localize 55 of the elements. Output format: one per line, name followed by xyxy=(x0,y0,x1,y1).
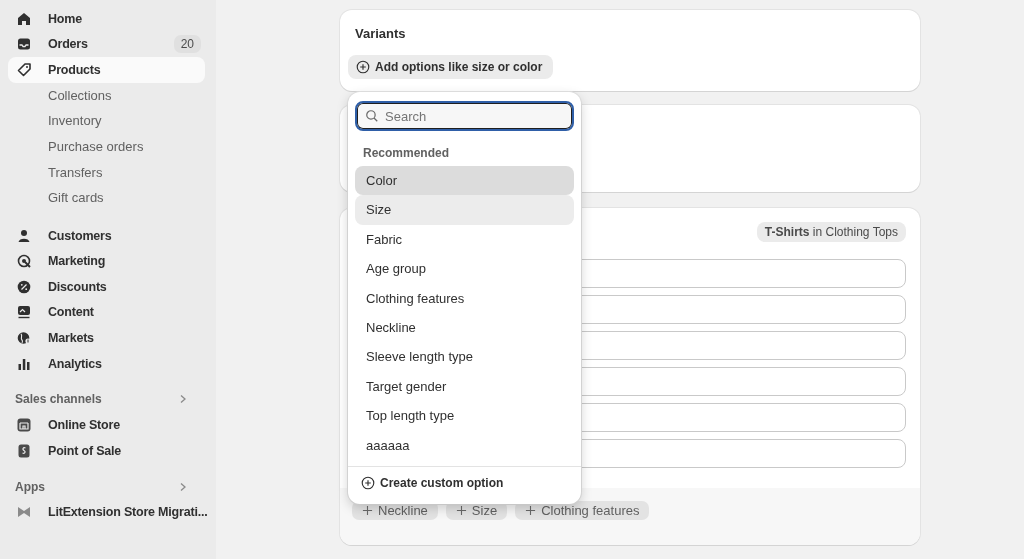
tag-icon xyxy=(16,62,32,78)
option-item[interactable]: Age group xyxy=(355,254,574,284)
monitor-icon xyxy=(16,304,32,321)
nav-subitem[interactable]: Gift cards xyxy=(8,185,212,211)
section-heading: Apps xyxy=(15,479,45,494)
option-item[interactable]: Size xyxy=(355,195,574,225)
section-heading: Recommended xyxy=(362,145,451,162)
create-option-button[interactable]: Create custom option xyxy=(361,475,504,490)
nav-item[interactable]: Point of Sale xyxy=(8,437,212,464)
nav-item[interactable]: Customers xyxy=(8,222,212,249)
plus-icon xyxy=(525,505,537,516)
target-icon xyxy=(16,253,32,270)
nav-item[interactable]: Analytics xyxy=(8,350,212,377)
option-item[interactable]: Color xyxy=(355,166,574,196)
plus-circle-icon xyxy=(356,60,370,74)
option-item[interactable]: Fabric xyxy=(355,224,574,255)
nav-item[interactable]: LitExtension Store Migrati... xyxy=(8,499,212,526)
chevron-right-icon[interactable] xyxy=(178,481,188,492)
search-icon xyxy=(365,109,379,123)
plus-circle-icon xyxy=(361,475,375,490)
storefront-icon xyxy=(16,417,32,434)
nav-item[interactable]: Content xyxy=(8,299,212,326)
nav-item[interactable]: Discounts xyxy=(8,273,212,300)
nav-item[interactable]: Marketing xyxy=(8,248,212,274)
option-item[interactable]: Top length type xyxy=(355,401,574,431)
search-field[interactable]: Search xyxy=(355,101,574,131)
option-item[interactable]: Sleeve length type xyxy=(355,342,574,372)
nav-subitem[interactable]: Purchase orders xyxy=(8,133,212,160)
nav-item[interactable]: Home xyxy=(8,6,205,32)
globe-icon xyxy=(16,329,32,346)
suggestion-chip[interactable]: Clothing features xyxy=(515,501,650,520)
card-title: Variants xyxy=(355,26,407,41)
option-item[interactable]: Clothing features xyxy=(355,283,574,313)
nav-item[interactable]: Markets xyxy=(8,325,212,351)
house-icon xyxy=(16,10,32,27)
nav-item[interactable]: Products xyxy=(8,57,205,83)
plus-icon xyxy=(455,505,467,516)
inbox-icon xyxy=(16,36,32,53)
add-options-button[interactable]: Add options like size or color xyxy=(348,55,554,79)
nav-item[interactable]: Online Store xyxy=(8,412,212,438)
dollar-icon xyxy=(16,442,32,459)
discount-icon xyxy=(16,278,32,295)
option-item[interactable]: Target gender xyxy=(355,371,574,402)
nav-item[interactable]: Orders 20 xyxy=(8,31,205,58)
option-item[interactable]: aaaaaa xyxy=(355,430,574,460)
chevron-right-icon[interactable] xyxy=(178,394,188,405)
count-badge: 20 xyxy=(173,35,201,54)
category-badge: T-Shirts in Clothing Tops xyxy=(756,222,906,242)
nav-subitem[interactable]: Transfers xyxy=(8,159,212,186)
option-item[interactable]: Neckline xyxy=(355,312,574,343)
person-icon xyxy=(16,227,32,244)
section-heading: Sales channels xyxy=(15,392,102,407)
plus-icon xyxy=(362,505,373,516)
nav-subitem[interactable]: Inventory xyxy=(8,108,212,134)
nav-subitem[interactable]: Collections xyxy=(8,82,212,109)
